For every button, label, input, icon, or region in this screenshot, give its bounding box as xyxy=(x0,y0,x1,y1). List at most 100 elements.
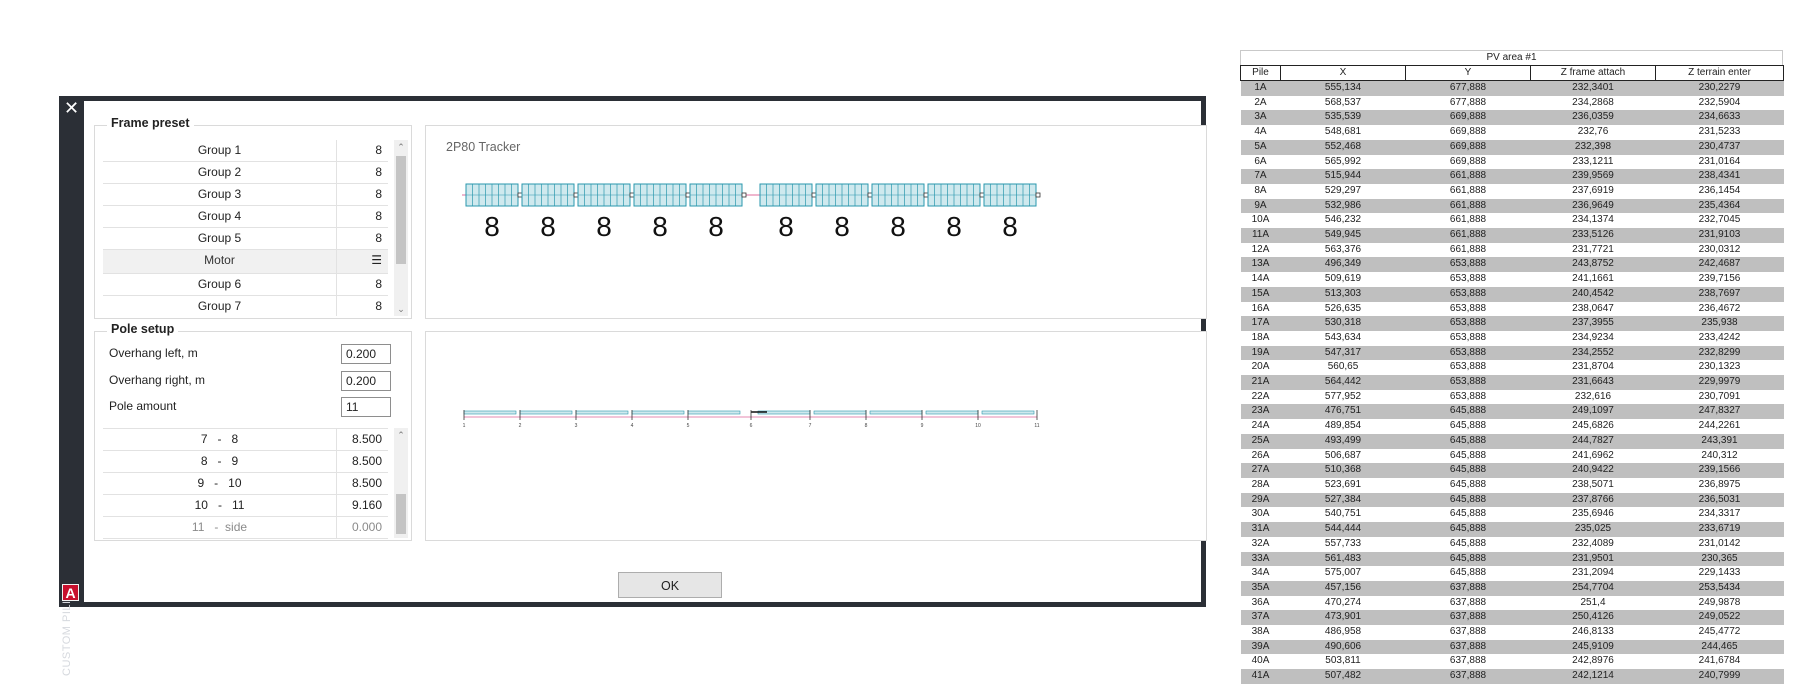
group-count-label: 8 xyxy=(708,211,724,242)
pole-span-scrollbar[interactable]: ⌃ xyxy=(394,428,408,538)
table-cell: 561,483 xyxy=(1280,551,1406,567)
table-cell: 546,232 xyxy=(1280,213,1406,229)
module-strip xyxy=(463,410,517,415)
table-cell: 513,303 xyxy=(1280,286,1406,302)
pole-marker xyxy=(629,192,635,198)
table-cell: 8A xyxy=(1240,183,1281,199)
span-row[interactable]: 10 - 11 9.160 xyxy=(103,495,388,517)
scroll-thumb[interactable] xyxy=(396,156,406,264)
table-cell: 577,952 xyxy=(1280,389,1406,405)
table-cell: 653,888 xyxy=(1405,272,1531,287)
overhang-right-input[interactable] xyxy=(341,371,391,391)
group-row[interactable]: Group 3 8 xyxy=(103,184,388,206)
module-strip xyxy=(925,410,979,415)
table-cell: 232,8299 xyxy=(1655,345,1784,361)
span-value[interactable]: 8.500 xyxy=(337,451,388,472)
table-cell: 234,2552 xyxy=(1530,345,1656,361)
table-cell: 661,888 xyxy=(1405,242,1531,258)
table-cell: 31A xyxy=(1240,522,1281,537)
pole-number: 5 xyxy=(687,423,690,429)
table-cell: 242,8976 xyxy=(1530,654,1656,670)
table-cell: 2A xyxy=(1240,95,1281,111)
span-row[interactable]: 9 - 10 8.500 xyxy=(103,473,388,495)
pole-span-list[interactable]: 7 - 8 8.500 8 - 9 8.500 9 - 10 8.500 10 - 11 9.… xyxy=(103,428,388,539)
table-cell: 565,992 xyxy=(1280,154,1406,170)
table-cell: 254,7704 xyxy=(1530,580,1656,596)
table-cell: 552,468 xyxy=(1280,139,1406,155)
table-cell: 661,888 xyxy=(1405,183,1531,199)
group-row[interactable]: Group 7 8 xyxy=(103,296,388,316)
row-value: 8 xyxy=(375,231,382,245)
span-value[interactable]: 0.000 xyxy=(337,517,388,538)
tracker-diagram: 8 8 8 8 8 8 8 8 8 8 xyxy=(462,183,1041,242)
module-group xyxy=(759,183,813,207)
custom-piling-dialog: ✕ CUSTOM PILING A Frame preset Group 18G… xyxy=(59,96,1207,676)
span-range: 11 - side xyxy=(103,517,337,538)
table-row: 22A 577,952 653,888 232,616 230,7091 xyxy=(1240,389,1784,405)
scroll-down-icon[interactable]: ⌄ xyxy=(394,302,408,316)
menu-icon[interactable]: ☰ xyxy=(337,250,388,273)
frame-preset-scrollbar[interactable]: ⌃ ⌄ xyxy=(394,140,408,316)
table-row: 37A 473,901 637,888 250,4126 249,0522 xyxy=(1240,610,1784,626)
table-cell: 544,444 xyxy=(1280,522,1406,537)
table-cell: 637,888 xyxy=(1405,669,1531,684)
group-count-label: 8 xyxy=(652,211,668,242)
pv-table-body: 1A 555,134 677,888 232,3401 230,2279 2A 568,53… xyxy=(1240,80,1784,684)
span-value[interactable]: 9.160 xyxy=(337,495,388,516)
table-cell: 241,1661 xyxy=(1530,272,1656,287)
table-cell: 234,2868 xyxy=(1530,95,1656,111)
module-group xyxy=(465,183,519,207)
frame-preset-list[interactable]: Group 1 8 Group 2 8 Group 3 8 Group 4 8 Group 5 8… xyxy=(103,140,388,316)
scroll-up-icon[interactable]: ⌃ xyxy=(394,140,408,154)
table-row: 30A 540,751 645,888 235,6946 234,3317 xyxy=(1240,507,1784,523)
table-cell: 28A xyxy=(1240,477,1281,493)
span-row[interactable]: 8 - 9 8.500 xyxy=(103,451,388,473)
group-row[interactable]: Group 4 8 xyxy=(103,206,388,228)
group-row[interactable]: Group 5 8 xyxy=(103,228,388,250)
table-cell: 236,4672 xyxy=(1655,301,1784,317)
table-cell: 236,1454 xyxy=(1655,183,1784,199)
table-row: 41A 507,482 637,888 242,1214 240,7999 xyxy=(1240,669,1784,684)
table-cell: 249,0522 xyxy=(1655,610,1784,626)
table-cell: 40A xyxy=(1240,654,1281,670)
table-cell: 235,4364 xyxy=(1655,198,1784,214)
table-cell: 507,482 xyxy=(1280,669,1406,684)
table-row: 29A 527,384 645,888 237,8766 236,5031 xyxy=(1240,492,1784,508)
table-cell: 543,634 xyxy=(1280,330,1406,346)
table-row: 25A 493,499 645,888 244,7827 243,391 xyxy=(1240,433,1784,449)
module-group xyxy=(815,183,869,207)
span-range: 9 - 10 xyxy=(103,473,337,494)
table-cell: 253,5434 xyxy=(1655,580,1784,596)
table-cell: 240,7999 xyxy=(1655,669,1784,684)
table-cell: 244,7827 xyxy=(1530,433,1656,449)
table-cell: 10A xyxy=(1240,213,1281,229)
motor-row[interactable]: Motor ☰ xyxy=(103,250,388,274)
table-cell: 493,499 xyxy=(1280,433,1406,449)
table-cell: 4A xyxy=(1240,125,1281,140)
span-value[interactable]: 8.500 xyxy=(337,473,388,494)
overhang-left-input[interactable] xyxy=(341,344,391,364)
table-row: 38A 486,958 637,888 246,8133 245,4772 xyxy=(1240,625,1784,640)
table-cell: 231,2094 xyxy=(1530,566,1656,581)
table-cell: 11A xyxy=(1240,228,1281,243)
close-icon[interactable]: ✕ xyxy=(62,98,81,118)
table-row: 4A 548,681 669,888 232,76 231,5233 xyxy=(1240,125,1784,140)
table-cell: 515,944 xyxy=(1280,169,1406,184)
group-row[interactable]: Group 1 8 xyxy=(103,140,388,162)
group-row[interactable]: Group 2 8 xyxy=(103,162,388,184)
ok-button[interactable]: OK xyxy=(618,572,722,598)
span-value[interactable]: 8.500 xyxy=(337,429,388,450)
pole-amount-input[interactable] xyxy=(341,397,391,417)
scroll-thumb[interactable] xyxy=(396,494,406,534)
span-row[interactable]: 11 - side 0.000 xyxy=(103,517,388,539)
scroll-up-icon[interactable]: ⌃ xyxy=(394,428,408,442)
group-row[interactable]: Group 6 8 xyxy=(103,274,388,296)
table-cell: 473,901 xyxy=(1280,610,1406,626)
span-row[interactable]: 7 - 8 8.500 xyxy=(103,429,388,451)
column-header: Pile xyxy=(1240,65,1281,81)
table-row: 18A 543,634 653,888 234,9234 233,4242 xyxy=(1240,330,1784,346)
app-logo-icon: A xyxy=(62,584,79,601)
table-cell: 560,65 xyxy=(1280,360,1406,376)
group-count-label: 8 xyxy=(778,211,794,242)
module-strip xyxy=(687,410,741,415)
